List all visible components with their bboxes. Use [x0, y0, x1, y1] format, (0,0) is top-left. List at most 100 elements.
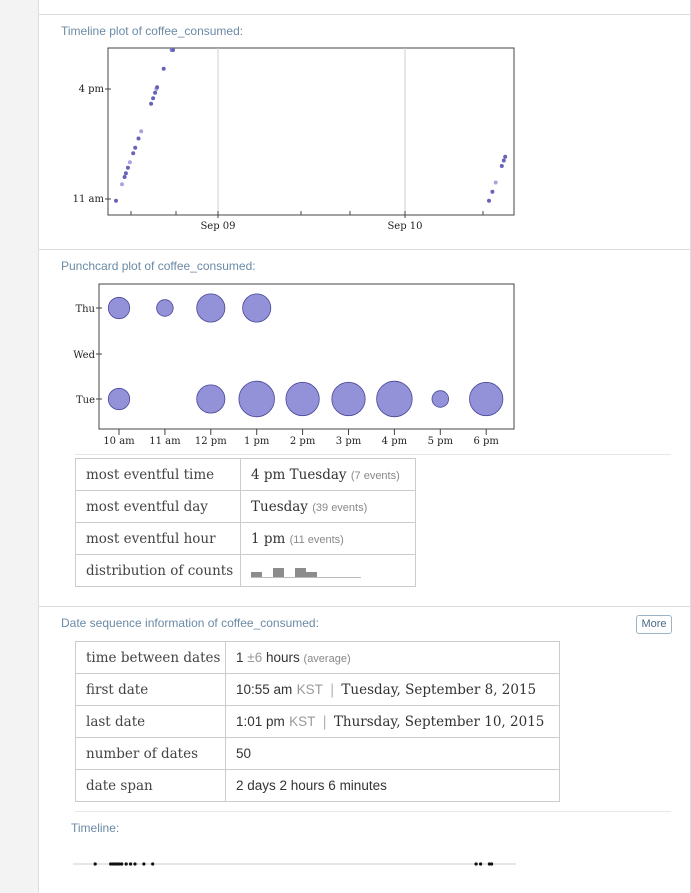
timezone: KST: [296, 681, 323, 697]
punchcard-plot: Thu Wed Tue 10 am 11 am 12 pm 1 pm 2 pm 3 pm 4…: [73, 283, 515, 447]
row-value: 10:55 am KST | Tuesday, September 8, 2015: [225, 673, 560, 706]
row-value: 1:01 pm KST | Thursday, September 10, 2015: [225, 705, 560, 738]
stat-value: Tuesday: [251, 498, 308, 515]
x-tick-label: 3 pm: [336, 436, 362, 447]
row-label: first date: [75, 673, 226, 706]
x-tick-label-sep10: Sep 10: [387, 221, 422, 232]
timeline-point: [125, 165, 130, 170]
y-tick-label-tue: Tue: [76, 395, 95, 406]
date-sequence-table: time between dates 1 ±6 hours (average) …: [75, 641, 560, 802]
row-label: date span: [75, 769, 226, 802]
content-panel: Timeline plot of coffee_consumed: 4 pm 1…: [38, 0, 691, 893]
date-value: Thursday, September 10, 2015: [333, 713, 545, 730]
timeline-point: [123, 171, 128, 176]
x-tick-label: 6 pm: [473, 436, 499, 447]
timeline-point: [114, 198, 118, 203]
timeline-point: [127, 160, 132, 165]
note: (average): [303, 653, 351, 665]
punchcard-bubble: [238, 380, 275, 418]
stat-value-cell: Tuesday (39 events): [240, 490, 416, 523]
punchcard-bubble: [469, 381, 504, 417]
stat-note: (39 events): [312, 501, 368, 514]
timeline-point: [131, 151, 136, 156]
punchcard-bubble: [107, 296, 131, 320]
x-tick-label: 11 am: [149, 436, 181, 447]
x-tick-label: 5 pm: [428, 436, 454, 447]
timeline-mark: [133, 862, 137, 866]
date-sequence-title: Date sequence information of coffee_cons…: [61, 616, 319, 630]
timeline-plot: 4 pm 11 am Sep 09 Sep 10: [73, 47, 515, 232]
stat-label: most eventful time: [75, 458, 241, 491]
time-value: 1:01 pm: [236, 713, 285, 729]
timeline-label: Timeline:: [71, 821, 120, 835]
stat-note: (11 events): [289, 533, 344, 546]
divider: [39, 606, 690, 607]
x-tick-label: 2 pm: [290, 436, 316, 447]
row-label: time between dates: [75, 641, 226, 674]
timeline-point: [120, 182, 124, 187]
timeline-point: [151, 96, 156, 101]
timeline-point: [493, 180, 498, 185]
divider: [75, 811, 671, 812]
timeline-mark: [142, 862, 146, 866]
histogram-baseline: [251, 576, 361, 578]
more-button[interactable]: More: [636, 615, 672, 634]
timeline-mark: [474, 862, 478, 866]
row-label: last date: [75, 705, 226, 738]
stat-value: 4 pm Tuesday: [251, 466, 347, 483]
timeline-plot-title: Timeline plot of coffee_consumed:: [61, 24, 244, 38]
histogram-bar: [273, 567, 284, 577]
divider: [39, 14, 690, 15]
timeline-point: [149, 101, 154, 106]
timeline-point: [503, 154, 508, 159]
histogram-bar: [295, 567, 306, 577]
punchcard-bubble: [285, 381, 320, 417]
stat-label: distribution of counts: [75, 554, 241, 587]
distribution-histogram: [251, 560, 361, 582]
plot-frame: [107, 47, 515, 216]
x-tick-label: 1 pm: [244, 436, 270, 447]
timeline-mark: [151, 862, 155, 866]
stat-value-cell: [240, 554, 416, 587]
timeline-mark: [124, 862, 128, 866]
punchcard-bubble: [156, 299, 174, 317]
punchcard-stats-table: most eventful time 4 pm Tuesday (7 event…: [75, 458, 416, 587]
timeline-point: [122, 175, 127, 179]
sd-value: 6: [254, 650, 263, 665]
separator: |: [329, 681, 335, 698]
punchcard-bubble: [331, 381, 366, 417]
date-value: Tuesday, September 8, 2015: [341, 681, 537, 698]
timeline-point: [139, 129, 144, 134]
x-tick-label: 12 pm: [195, 436, 227, 447]
y-tick-label-4pm: 4 pm: [79, 84, 105, 95]
timeline-point: [153, 90, 158, 95]
stat-label: most eventful hour: [75, 522, 241, 555]
table-row: first date 10:55 am KST | Tuesday, Septemb…: [75, 673, 560, 706]
table-row: time between dates 1 ±6 hours (average): [75, 641, 560, 674]
table-row: distribution of counts: [75, 554, 416, 587]
table-row: last date 1:01 pm KST | Thursday, Septembe…: [75, 705, 560, 738]
divider: [75, 454, 671, 455]
timezone: KST: [289, 713, 316, 729]
divider: [39, 249, 690, 250]
table-row: most eventful hour 1 pm (11 events): [75, 522, 416, 555]
row-value: 1 ±6 hours (average): [225, 641, 560, 674]
plus-minus: ±: [247, 650, 255, 665]
timeline-mark: [120, 862, 124, 866]
y-tick-label-11am: 11 am: [73, 194, 105, 205]
x-tick-label: 10 am: [103, 436, 135, 447]
stat-label: most eventful day: [75, 490, 241, 523]
time-value: 10:55 am: [236, 681, 293, 697]
unit: hours: [265, 650, 300, 665]
mini-timeline: [73, 862, 516, 866]
timeline-point: [499, 164, 504, 168]
stat-value-cell: 1 pm (11 events): [240, 522, 416, 555]
punchcard-bubble: [107, 387, 131, 411]
stat-note: (7 events): [350, 469, 400, 482]
timeline-mark: [129, 862, 133, 866]
punchcard-bubble: [242, 293, 272, 323]
timeline-point: [136, 136, 141, 141]
timeline-point: [161, 66, 166, 71]
punchcard-bubble: [376, 380, 413, 418]
x-tick-label: 4 pm: [382, 436, 408, 447]
